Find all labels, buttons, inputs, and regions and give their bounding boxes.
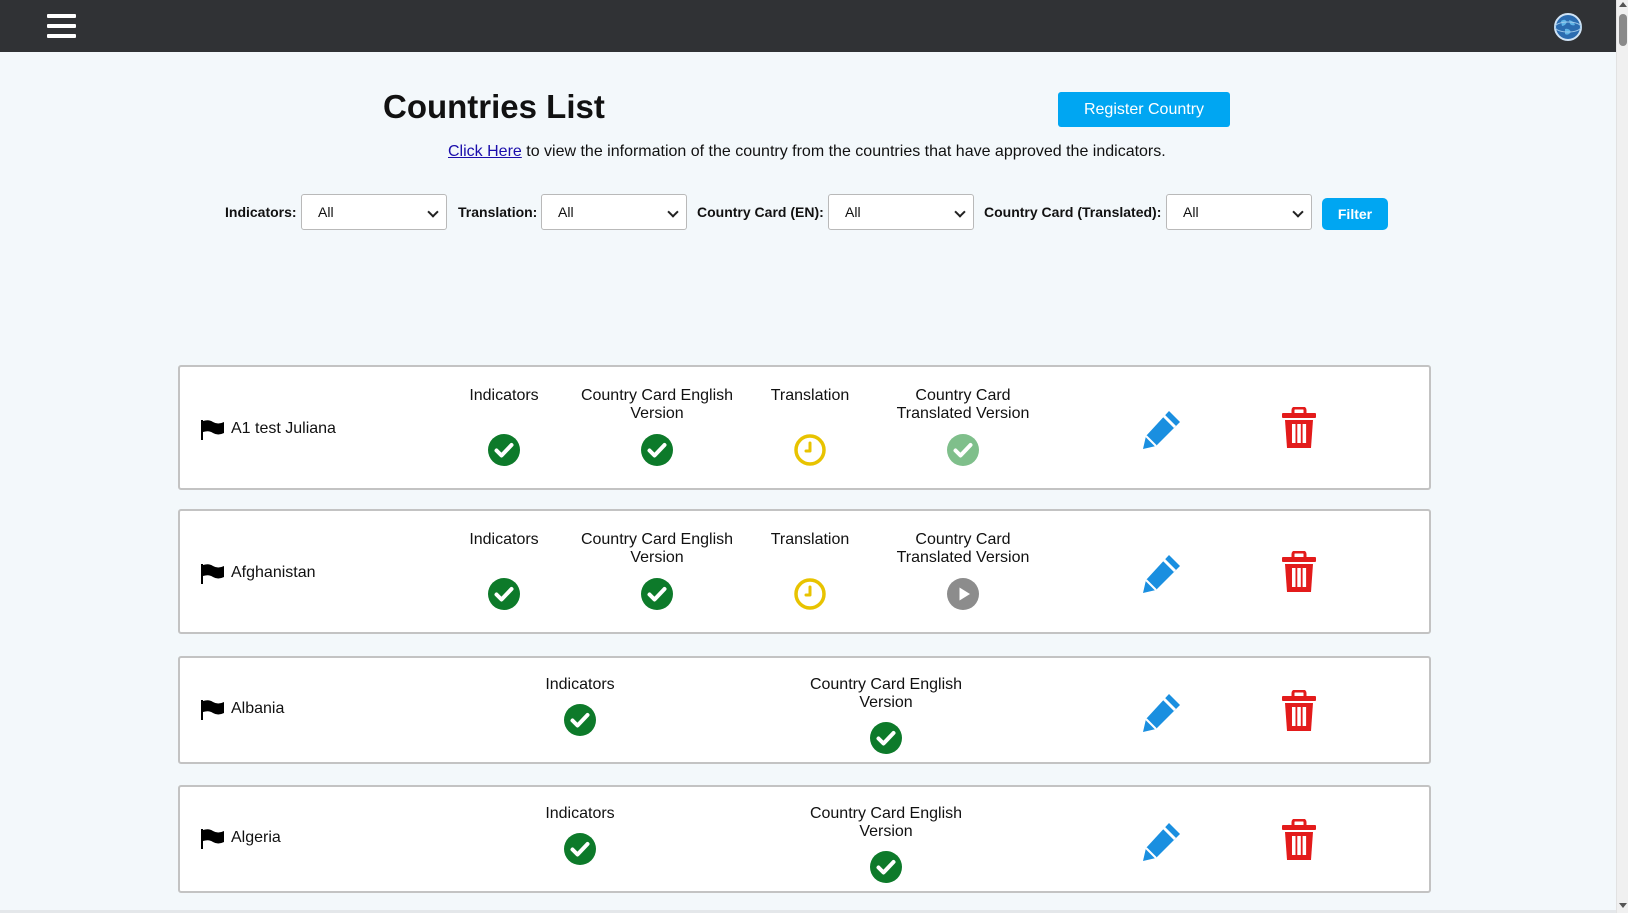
indicators-filter-value: All: [318, 204, 334, 220]
country-card-translated-filter-select[interactable]: All: [1166, 194, 1312, 230]
check-circle-icon[interactable]: [870, 722, 902, 754]
country-card-en-filter-select[interactable]: All: [828, 194, 974, 230]
info-text: to view the information of the country f…: [521, 143, 1166, 160]
country-name: Algeria: [231, 829, 281, 846]
status-column-label: Country Card Translated Version: [896, 387, 1030, 422]
filter-button[interactable]: Filter: [1322, 198, 1388, 230]
scroll-up-arrow-icon[interactable]: [1619, 2, 1627, 7]
edit-pencil-icon[interactable]: [1140, 551, 1184, 595]
globe-icon[interactable]: [1553, 12, 1583, 42]
status-column-country-card-translated: Country Card Translated Version: [883, 387, 1043, 466]
translation-filter-value: All: [558, 204, 574, 220]
chevron-down-icon: [1292, 206, 1304, 218]
trash-icon[interactable]: [1281, 819, 1317, 861]
country-name: Albania: [231, 700, 285, 717]
country-card-translated-filter-value: All: [1183, 204, 1199, 220]
status-column-label: Translation: [770, 387, 850, 404]
status-column-label: Country Card English Version: [809, 676, 963, 711]
check-circle-icon[interactable]: [641, 434, 673, 466]
status-column-label: Indicators: [545, 676, 615, 693]
trash-icon[interactable]: [1281, 690, 1317, 732]
flag-icon: [201, 564, 224, 584]
status-column-label: Country Card English Version: [809, 805, 963, 840]
edit-pencil-icon[interactable]: [1140, 690, 1184, 734]
check-circle-icon[interactable]: [564, 833, 596, 865]
clock-icon[interactable]: [794, 434, 826, 466]
status-column-indicators: Indicators: [500, 805, 660, 865]
status-column-country-card-english: Country Card English Version: [577, 387, 737, 466]
hamburger-menu-icon[interactable]: [47, 14, 76, 38]
country-card-en-filter-label: Country Card (EN):: [697, 204, 824, 220]
status-column-indicators: Indicators: [424, 387, 584, 466]
country-card-afghanistan: Afghanistan Indicators Country Card Engl…: [178, 509, 1431, 634]
translation-filter-select[interactable]: All: [541, 194, 687, 230]
check-circle-icon[interactable]: [488, 578, 520, 610]
page-title: Countries List: [383, 88, 605, 125]
indicators-filter-label: Indicators:: [225, 204, 297, 220]
edit-pencil-icon[interactable]: [1140, 819, 1184, 863]
flag-icon: [201, 420, 224, 440]
indicators-filter-select[interactable]: All: [301, 194, 447, 230]
status-column-label: Country Card English Version: [580, 531, 734, 566]
status-column-label: Country Card Translated Version: [896, 531, 1030, 566]
chevron-down-icon: [427, 206, 439, 218]
country-card-algeria: Algeria Indicators Country Card English …: [178, 785, 1431, 893]
check-circle-icon[interactable]: [641, 578, 673, 610]
status-column-country-card-translated: Country Card Translated Version: [883, 531, 1043, 610]
play-circle-icon[interactable]: [947, 578, 979, 610]
scroll-thumb[interactable]: [1619, 14, 1627, 46]
scroll-down-arrow-icon[interactable]: [1619, 903, 1627, 908]
register-country-button[interactable]: Register Country: [1058, 92, 1230, 127]
status-column-label: Country Card English Version: [580, 387, 734, 422]
check-circle-icon[interactable]: [488, 434, 520, 466]
country-card-en-filter-value: All: [845, 204, 861, 220]
status-column-label: Indicators: [469, 387, 539, 404]
country-card-a1-test-juliana: A1 test Juliana Indicators Country Card …: [178, 365, 1431, 490]
status-column-translation: Translation: [730, 387, 890, 466]
info-line: Click Here to view the information of th…: [448, 143, 1166, 161]
country-card-albania: Albania Indicators Country Card English …: [178, 656, 1431, 764]
trash-icon[interactable]: [1281, 551, 1317, 593]
flag-icon: [201, 829, 224, 849]
top-navigation-bar: [0, 0, 1616, 52]
flag-icon: [201, 700, 224, 720]
status-column-country-card-english: Country Card English Version: [806, 676, 966, 754]
vertical-scrollbar[interactable]: [1616, 0, 1628, 913]
status-column-label: Indicators: [545, 805, 615, 822]
check-circle-icon[interactable]: [870, 851, 902, 883]
status-column-translation: Translation: [730, 531, 890, 610]
click-here-link[interactable]: Click Here: [448, 143, 522, 160]
country-card-translated-filter-label: Country Card (Translated):: [984, 204, 1162, 220]
check-circle-icon[interactable]: [564, 704, 596, 736]
status-column-label: Translation: [770, 531, 850, 548]
country-name: A1 test Juliana: [231, 420, 336, 437]
check-circle-icon[interactable]: [947, 434, 979, 466]
clock-icon[interactable]: [794, 578, 826, 610]
chevron-down-icon: [667, 206, 679, 218]
status-column-indicators: Indicators: [424, 531, 584, 610]
status-column-country-card-english: Country Card English Version: [577, 531, 737, 610]
edit-pencil-icon[interactable]: [1140, 407, 1184, 451]
status-column-indicators: Indicators: [500, 676, 660, 736]
translation-filter-label: Translation:: [458, 204, 538, 220]
trash-icon[interactable]: [1281, 407, 1317, 449]
status-column-label: Indicators: [469, 531, 539, 548]
status-column-country-card-english: Country Card English Version: [806, 805, 966, 883]
chevron-down-icon: [954, 206, 966, 218]
country-name: Afghanistan: [231, 564, 316, 581]
